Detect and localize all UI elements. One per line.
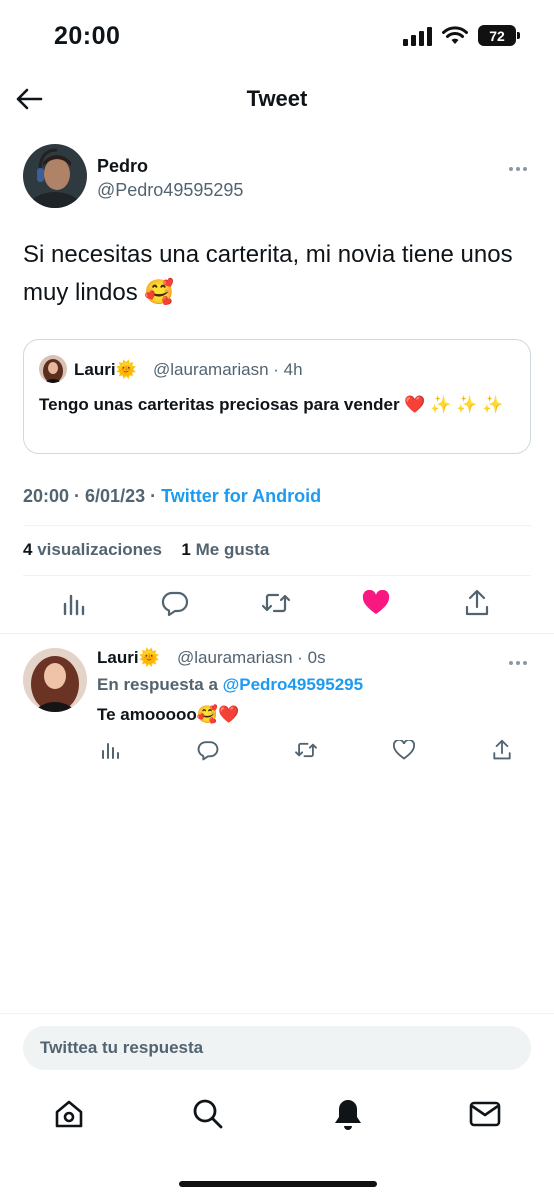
reply-text: Te amooooo🥰❤️: [97, 705, 240, 724]
tweet-source-link[interactable]: Twitter for Android: [161, 486, 321, 506]
quoted-avatar: [39, 355, 67, 383]
tweet-time-date: 20:00 · 6/01/23 ·: [23, 486, 162, 506]
quoted-author-name: Lauri🌞: [74, 360, 137, 379]
avatar-lauri[interactable]: [23, 648, 87, 712]
share-icon: [493, 739, 511, 760]
composer-divider: [0, 1013, 554, 1014]
replying-mention-link[interactable]: @Pedro49595295: [223, 675, 363, 694]
section-divider: [0, 633, 554, 634]
analytics-button[interactable]: [59, 588, 89, 618]
home-icon: [55, 1100, 83, 1128]
reply-like-button[interactable]: [392, 738, 416, 762]
replying-prefix: En respuesta a: [97, 675, 223, 694]
nav-notifications[interactable]: [330, 1096, 366, 1132]
divider: [23, 525, 531, 526]
reply-actions: [0, 738, 554, 764]
search-icon: [193, 1099, 223, 1129]
like-button[interactable]: [361, 588, 391, 618]
header: Tweet: [0, 72, 554, 126]
bottom-nav: [0, 1096, 554, 1140]
home-indicator: [179, 1181, 377, 1187]
reply-more-options-button[interactable]: [508, 650, 528, 671]
tweet-actions: [0, 588, 554, 624]
more-dots-icon: [509, 661, 527, 665]
retweet-icon: [295, 742, 317, 758]
more-dots-icon: [509, 167, 527, 171]
replying-to: En respuesta a @Pedro49595295: [97, 675, 363, 695]
author-handle[interactable]: @Pedro49595295: [97, 180, 243, 201]
reply-handle-time: @lauramariasn · 0s: [177, 648, 326, 667]
mail-icon: [469, 1101, 501, 1127]
views-label[interactable]: visualizaciones: [37, 540, 162, 559]
avatar-image: [23, 648, 87, 712]
reply-share-button[interactable]: [490, 738, 514, 762]
retweet-button[interactable]: [261, 588, 291, 618]
reply-reply-button[interactable]: [196, 738, 220, 762]
quoted-handle-time: @lauramariasn · 4h: [153, 360, 303, 379]
tweet-stats: 4 visualizaciones 1 Me gusta: [23, 540, 269, 560]
reply-retweet-button[interactable]: [294, 738, 318, 762]
status-bar: 20:00 72: [0, 0, 554, 72]
divider: [23, 575, 531, 576]
more-options-button[interactable]: [508, 156, 528, 177]
reply-icon: [161, 591, 189, 617]
tweet-text: Si necesitas una carterita, mi novia tie…: [23, 241, 513, 306]
analytics-icon: [63, 594, 85, 616]
nav-messages[interactable]: [467, 1096, 503, 1132]
reply-icon: [197, 741, 219, 761]
retweet-icon: [261, 593, 291, 613]
heart-outline-icon: [393, 740, 415, 760]
status-icons: 72: [402, 25, 520, 46]
page-title: Tweet: [246, 86, 308, 111]
wifi-icon: [442, 25, 468, 44]
avatar-pedro[interactable]: [23, 144, 87, 208]
avatar-image: [23, 144, 87, 208]
nav-home[interactable]: [51, 1096, 87, 1132]
tweet-meta: 20:00 · 6/01/23 · Twitter for Android: [23, 486, 321, 507]
share-button[interactable]: [462, 588, 492, 618]
analytics-icon: [102, 743, 119, 759]
bell-icon: [335, 1100, 361, 1130]
quoted-tweet[interactable]: Lauri🌞 @lauramariasn · 4h Tengo unas car…: [23, 339, 531, 454]
reply-author-name[interactable]: Lauri🌞: [97, 648, 160, 668]
quoted-text: Tengo unas carteritas preciosas para ven…: [39, 395, 504, 414]
reply-analytics-button[interactable]: [98, 738, 122, 762]
views-count: 4: [23, 540, 33, 559]
reply-button[interactable]: [160, 588, 190, 618]
author-name[interactable]: Pedro: [97, 156, 148, 177]
share-icon: [465, 589, 489, 616]
battery-indicator: 72: [478, 25, 520, 46]
status-time: 20:00: [54, 22, 121, 50]
heart-icon: [362, 590, 390, 614]
likes-count: 1: [181, 540, 191, 559]
nav-search[interactable]: [190, 1096, 226, 1132]
signal-icon: [403, 26, 432, 46]
reply-composer-input[interactable]: Twittea tu respuesta: [23, 1026, 531, 1070]
likes-label[interactable]: Me gusta: [196, 540, 270, 559]
